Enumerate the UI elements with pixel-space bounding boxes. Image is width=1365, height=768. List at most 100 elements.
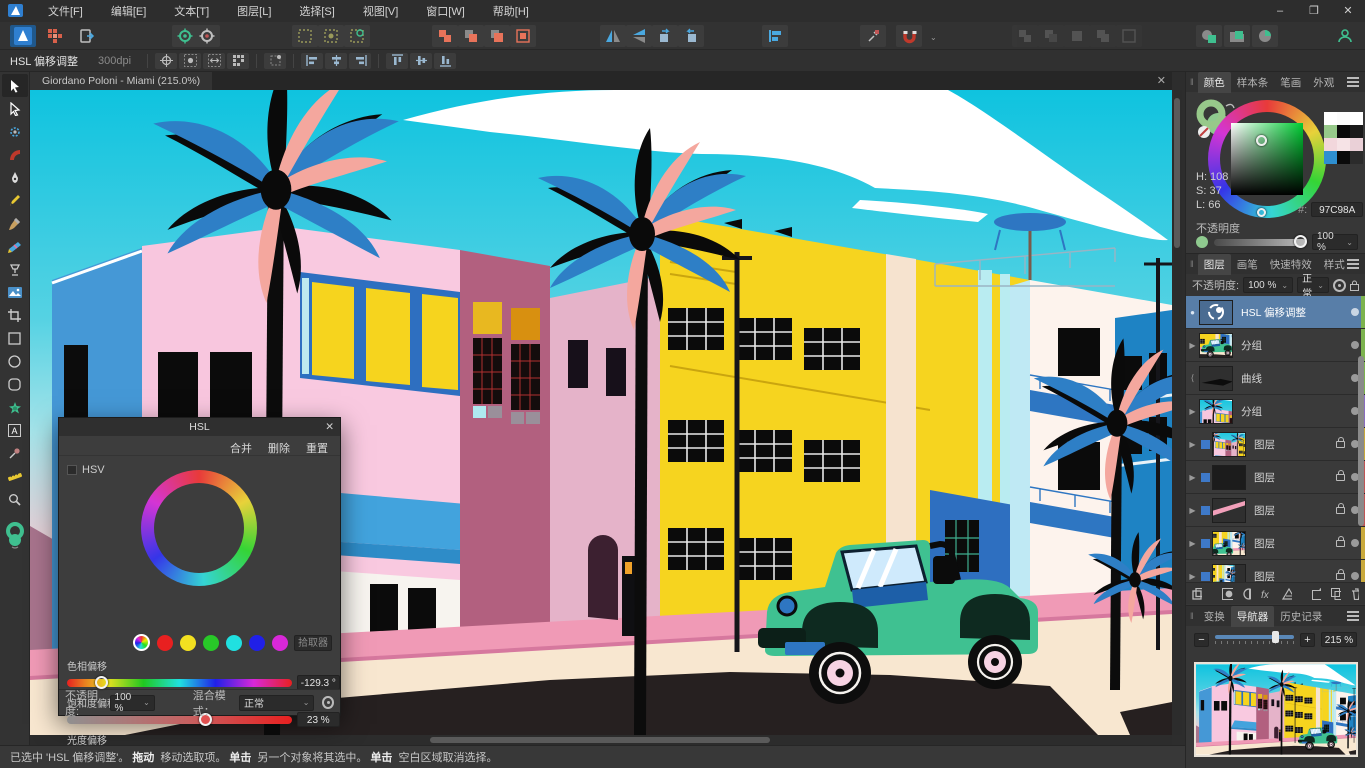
rotate-cw-button[interactable]: [678, 25, 704, 47]
place-image-tool[interactable]: [2, 281, 28, 304]
layer-row-group-car[interactable]: ▶ 分组: [1186, 329, 1365, 362]
lock-icon[interactable]: [1336, 441, 1345, 448]
pencil-tool[interactable]: [2, 189, 28, 212]
tab-appearance[interactable]: 外观: [1307, 72, 1340, 93]
align-top-icon[interactable]: [386, 53, 408, 69]
tab-layers[interactable]: 图层: [1198, 254, 1231, 275]
picker-button[interactable]: 拾取器: [294, 635, 332, 651]
hue-cyan-swatch[interactable]: [226, 635, 242, 651]
shape-tool[interactable]: [2, 396, 28, 419]
minimize-button[interactable]: –: [1263, 0, 1297, 22]
ruler-tool[interactable]: [2, 465, 28, 488]
designer-persona-button[interactable]: [10, 25, 36, 47]
hsl-color-wheel[interactable]: [141, 470, 257, 586]
menu-layer[interactable]: 图层[L]: [223, 3, 285, 19]
tab-navigator[interactable]: 导航器: [1231, 606, 1275, 627]
pixel-grid-icon[interactable]: [227, 53, 249, 69]
layer-row-dark[interactable]: ▶ 图层: [1186, 461, 1365, 494]
hsl-dialog-close-icon[interactable]: ✕: [325, 418, 334, 436]
tab-swatches[interactable]: 样本条: [1231, 72, 1275, 93]
expand-chevron-icon[interactable]: ▶: [1186, 473, 1199, 482]
preview-mode-icon[interactable]: [179, 53, 201, 69]
lock-icon[interactable]: [1336, 573, 1345, 580]
layers-scrollbar[interactable]: [1358, 356, 1364, 526]
align-right-icon[interactable]: [349, 53, 371, 69]
snap-candidate-toggle[interactable]: [344, 25, 370, 47]
dialog-settings-gear-icon[interactable]: [322, 696, 334, 709]
adjustment-icon[interactable]: [1243, 588, 1252, 600]
expand-chevron-icon[interactable]: ▶: [1186, 440, 1199, 449]
insert-behind-button[interactable]: [1196, 25, 1222, 47]
layer-row-buildings[interactable]: ▶ 图层: [1186, 428, 1365, 461]
blend-mode-dropdown[interactable]: 正常⌄: [239, 695, 314, 711]
expand-chevron-icon[interactable]: ▶: [1186, 407, 1199, 416]
hue-shift-slider[interactable]: [67, 679, 292, 687]
restore-button[interactable]: ❐: [1297, 0, 1331, 22]
node-tool[interactable]: [2, 97, 28, 120]
snap-grid-toggle[interactable]: [292, 25, 318, 47]
zoom-in-button[interactable]: +: [1300, 633, 1315, 647]
dialog-opacity-dropdown[interactable]: 100 %⌄: [110, 695, 155, 711]
menu-select[interactable]: 选择[S]: [285, 3, 348, 19]
hue-green-swatch[interactable]: [203, 635, 219, 651]
merge-button[interactable]: 合并: [230, 440, 252, 455]
layer-row-hsl[interactable]: ● HSL 偏移调整: [1186, 296, 1365, 329]
layer-row-group-palms[interactable]: ▶ 分组: [1186, 395, 1365, 428]
export-persona-button[interactable]: [74, 25, 100, 47]
insert-inside-button[interactable]: [1224, 25, 1250, 47]
menu-file[interactable]: 文件[F]: [34, 3, 97, 19]
color-picker-tool[interactable]: [2, 442, 28, 465]
lock-icon[interactable]: [1336, 507, 1345, 514]
layers-blend-dropdown[interactable]: 正常⌄: [1297, 277, 1329, 293]
alignment-button[interactable]: [762, 25, 788, 47]
layers-panel-menu-icon[interactable]: [1347, 259, 1359, 269]
hue-magenta-swatch[interactable]: [272, 635, 288, 651]
snapping-magnet-button[interactable]: [896, 25, 922, 47]
mask-layer-icon[interactable]: [1222, 588, 1232, 600]
brush-tool[interactable]: [2, 212, 28, 235]
layers-gear-icon[interactable]: [1333, 279, 1346, 292]
color-panel-menu-icon[interactable]: [1347, 77, 1359, 87]
recent-swatches-grid[interactable]: [1324, 112, 1363, 164]
contour-tool[interactable]: [2, 120, 28, 143]
layer-row-road[interactable]: ▶ 图层: [1186, 494, 1365, 527]
expand-chevron-icon[interactable]: ▶: [1186, 572, 1199, 581]
insert-on-top-button[interactable]: [1252, 25, 1278, 47]
expand-chevron-icon[interactable]: ▶: [1186, 506, 1199, 515]
tab-history[interactable]: 历史记录: [1274, 606, 1328, 627]
lock-icon[interactable]: [1336, 540, 1345, 547]
hue-yellow-swatch[interactable]: [180, 635, 196, 651]
expand-chevron-icon[interactable]: ▶: [1186, 539, 1199, 548]
magnet-dropdown-chevron[interactable]: ⌄: [930, 33, 937, 42]
navigator-panel-menu-icon[interactable]: [1347, 611, 1359, 621]
delete-layer-icon[interactable]: [1351, 588, 1359, 600]
layer-row-curve[interactable]: ⟨ 曲线: [1186, 362, 1365, 395]
layers-opacity-dropdown[interactable]: 100 %⌄: [1243, 277, 1293, 293]
close-button[interactable]: ✕: [1331, 0, 1365, 22]
align-left-icon[interactable]: [301, 53, 323, 69]
layers-lock-icon[interactable]: [1350, 280, 1359, 291]
zoom-percent-value[interactable]: 215 %: [1321, 632, 1357, 647]
align-bottom-icon[interactable]: [434, 53, 456, 69]
delete-button[interactable]: 删除: [268, 440, 290, 455]
account-person-icon[interactable]: [1332, 25, 1358, 47]
layer-row-blue-building[interactable]: ▶ 图层: [1186, 527, 1365, 560]
boolean-add-button[interactable]: [432, 25, 458, 47]
fill-tool[interactable]: [2, 258, 28, 281]
reset-button[interactable]: 重置: [306, 440, 328, 455]
hsl-adjustment-dialog[interactable]: HSL ✕ 合并 删除 重置 HSV 拾取器 色相偏移 -129: [58, 417, 341, 716]
hue-red-swatch[interactable]: [157, 635, 173, 651]
color-opacity-dropdown[interactable]: 100 %⌄: [1312, 234, 1358, 250]
menu-edit[interactable]: 编辑[E]: [97, 3, 160, 19]
boolean-subtract-button[interactable]: [458, 25, 484, 47]
crop-tool[interactable]: [2, 304, 28, 327]
move-to-snap-button[interactable]: [860, 25, 886, 47]
saturation-lightness-box[interactable]: [1231, 123, 1303, 195]
flip-vertical-button[interactable]: [626, 25, 652, 47]
transform-origin-icon[interactable]: [155, 53, 177, 69]
pen-tool[interactable]: [2, 166, 28, 189]
menu-window[interactable]: 窗口[W]: [412, 3, 479, 19]
align-center-icon[interactable]: [325, 53, 347, 69]
layer-row-white-building[interactable]: ▶ 图层: [1186, 560, 1365, 582]
ellipse-tool[interactable]: [2, 350, 28, 373]
